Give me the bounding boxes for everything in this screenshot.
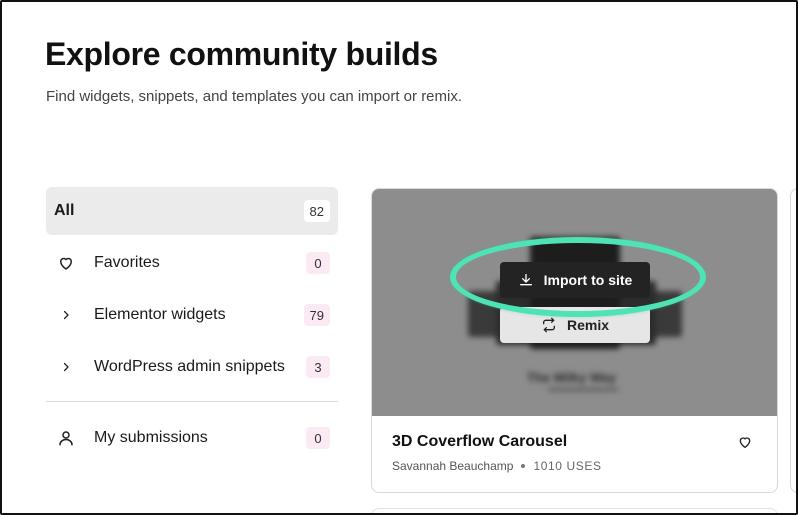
download-icon [519,274,532,286]
uses-count: 1010 USES [533,459,602,473]
user-icon [48,429,84,447]
sidebar-item-favorites[interactable]: Favorites 0 [46,239,338,287]
chevron-right-icon[interactable] [48,309,84,321]
next-build-card[interactable] [790,188,796,493]
card-meta: Savannah Beauchamp 1010 USES [392,459,757,473]
preview-caption: The Milky Way [527,370,617,385]
preview-image: The Milky Way [372,189,777,416]
page-subtitle: Find widgets, snippets, and templates yo… [46,88,463,105]
app-frame: Explore community builds Find widgets, s… [0,0,798,515]
build-card[interactable]: The Milky Way Import to site Remix 3D Co… [371,188,778,493]
remix-button[interactable]: Remix [500,307,650,343]
chevron-right-icon[interactable] [48,361,84,373]
remix-icon [542,317,555,333]
sidebar-item-all[interactable]: All 82 [46,187,338,235]
page-title: Explore community builds [45,36,438,72]
author-name: Savannah Beauchamp [392,459,514,473]
meta-separator [521,464,526,468]
build-card-below[interactable] [371,508,778,513]
sidebar-item-label: Favorites [94,254,160,271]
sidebar-item-label: My submissions [94,429,208,446]
card-preview: The Milky Way Import to site Remix [372,189,777,416]
sidebar-item-label: Elementor widgets [94,306,226,323]
sidebar-item-label: WordPress admin snippets [94,358,285,375]
import-to-site-button[interactable]: Import to site [500,262,650,298]
sidebar-item-elementor-widgets[interactable]: Elementor widgets 79 [46,291,338,339]
remix-label: Remix [566,317,610,333]
sidebar-item-wordpress-admin-snippets[interactable]: WordPress admin snippets 3 [46,343,338,391]
sidebar-divider [46,401,338,402]
card-body: 3D Coverflow Carousel Savannah Beauchamp… [372,416,777,492]
favorite-heart-icon[interactable] [737,434,753,455]
count-badge: 3 [306,356,330,378]
sidebar-item-label: All [54,202,75,219]
count-badge: 0 [306,252,330,274]
heart-icon [48,254,84,272]
sidebar-item-my-submissions[interactable]: My submissions 0 [46,414,338,462]
count-badge: 0 [306,427,330,449]
count-badge: 79 [303,304,330,326]
category-sidebar: All 82 Favorites 0 Elementor widgets 79 … [46,187,338,466]
import-label: Import to site [543,272,633,288]
card-title[interactable]: 3D Coverflow Carousel [392,433,757,451]
count-badge: 82 [303,200,330,222]
